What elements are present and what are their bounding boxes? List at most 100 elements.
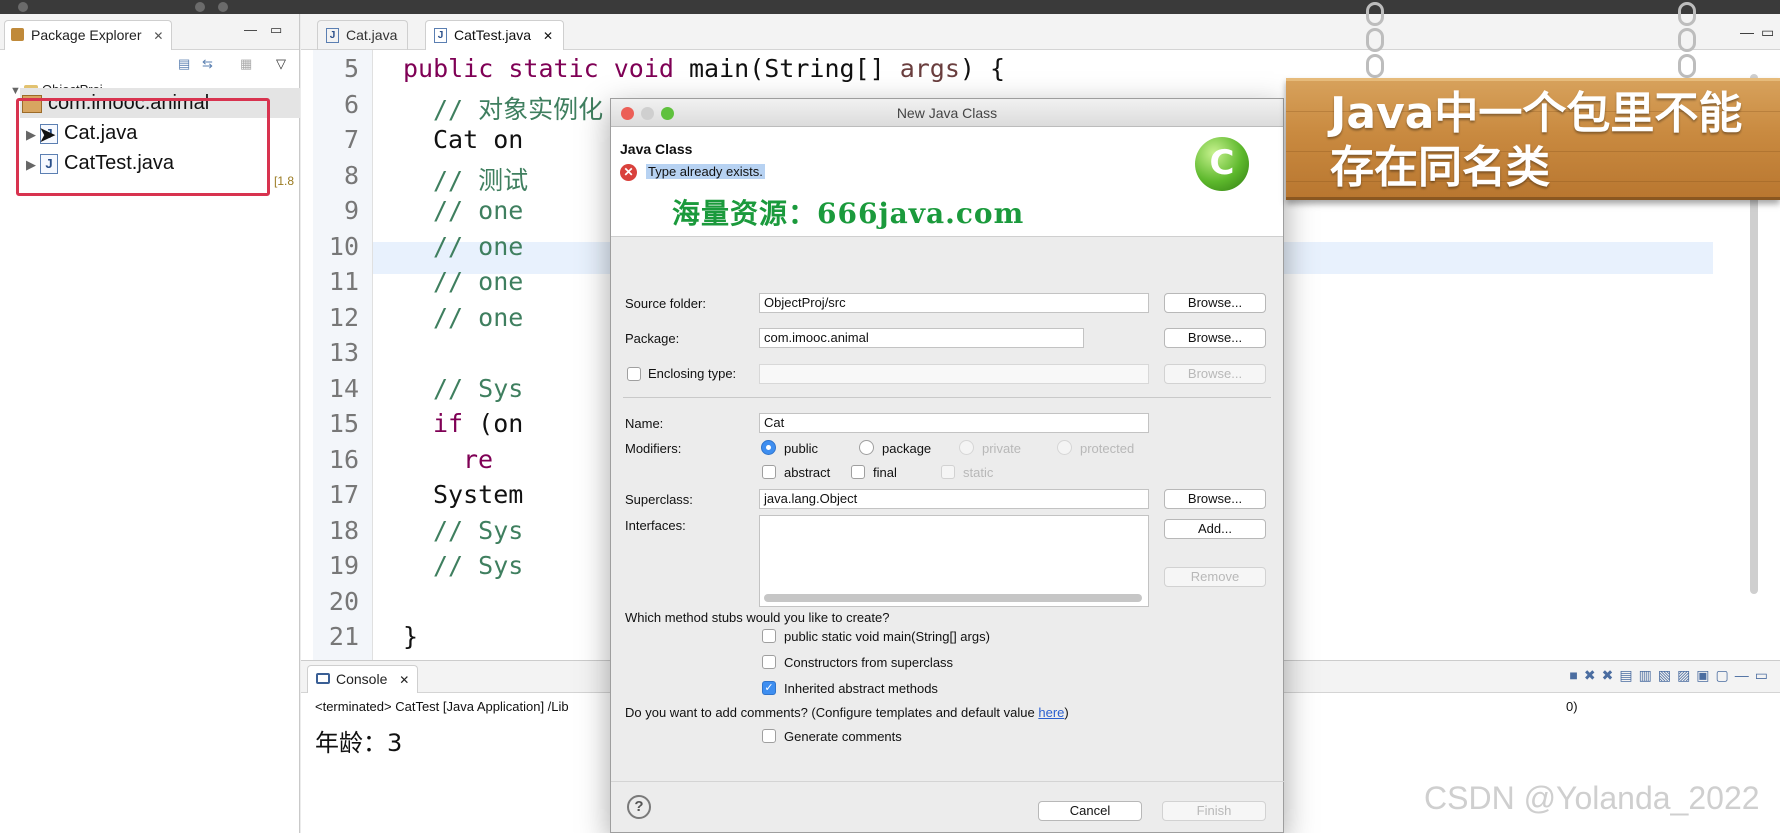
superclass-field[interactable]: java.lang.Object [759,489,1149,509]
close-window-icon[interactable] [621,107,634,120]
code-token: args [899,54,960,83]
collapse-all-icon[interactable]: ▤ [178,56,194,71]
source-folder-field[interactable]: ObjectProj/src [759,293,1149,313]
inherited-methods-checkbox[interactable]: ✓ [762,681,776,695]
maximize-icon[interactable]: ▭ [1761,24,1774,41]
separator [623,397,1271,398]
interfaces-list[interactable] [759,515,1149,607]
toolbar-icon [195,2,205,12]
minimize-icon[interactable]: — [244,22,257,37]
code-token: main(String[] [688,54,900,83]
toolbar-icon [218,2,228,12]
stub-option-label: Inherited abstract methods [784,681,938,696]
constructors-stub-checkbox[interactable] [762,655,776,669]
java-file-icon: J [434,28,447,43]
remove-launch-icon[interactable]: ✖ [1584,667,1602,683]
finish-button[interactable]: Finish [1162,801,1266,821]
close-icon[interactable]: ✕ [543,29,553,43]
code-token: // one [433,267,524,296]
tab-package-explorer-label: Package Explorer [31,27,142,43]
console-status-left: <terminated> CatTest [Java Application] … [315,699,569,714]
word-wrap-icon[interactable]: ▧ [1658,667,1677,683]
chain-decoration [1676,0,1698,80]
display-console-icon[interactable]: ▣ [1696,667,1715,683]
stub-option-label: Constructors from superclass [784,655,954,670]
line-number: 21 [328,622,359,651]
help-icon[interactable]: ? [627,795,651,819]
comments-question: Do you want to add comments? (Configure … [625,705,1069,720]
configure-templates-link[interactable]: here [1038,705,1064,720]
interfaces-label: Interfaces: [625,518,686,533]
enclosing-type-checkbox[interactable] [627,367,641,381]
tab-package-explorer[interactable]: Package Explorer ✕ [4,20,173,50]
enclosing-type-field[interactable] [759,364,1149,384]
line-number: 8 [343,160,359,190]
add-interface-button[interactable]: Add... [1164,519,1266,539]
source-folder-browse-button[interactable]: Browse... [1164,293,1266,313]
final-checkbox[interactable] [851,465,865,479]
modifier-label: package [882,441,932,456]
zoom-window-icon[interactable] [661,107,674,120]
cancel-button[interactable]: Cancel [1038,801,1142,821]
tab-cat-java[interactable]: J Cat.java [317,20,409,50]
open-console-icon[interactable]: ▢ [1716,667,1735,683]
close-icon[interactable]: ✕ [153,29,163,43]
line-number: 13 [328,338,359,367]
view-menu-icon[interactable]: ▽ [276,56,292,71]
minimize-icon[interactable]: — [1740,24,1754,40]
package-field[interactable]: com.imooc.animal [759,328,1084,348]
close-icon[interactable]: ✕ [399,673,409,687]
generate-comments-checkbox[interactable] [762,729,776,743]
link-editor-icon[interactable]: ⇆ [202,56,218,71]
code-token: // one [433,302,524,332]
scroll-lock-icon[interactable]: ▥ [1639,667,1658,683]
dialog-title: New Java Class [896,105,998,121]
header-title: Java Class [620,141,693,157]
package-explorer-tabbar: Package Explorer ✕ — ▭ [0,14,299,50]
maximize-icon[interactable]: ▭ [270,22,282,38]
code-token: ) { [959,54,1006,83]
modifier-public-radio[interactable] [761,440,776,455]
package-explorer-panel: Package Explorer ✕ — ▭ ▤ ⇆ ▦ ▽ ▼ObjectPr… [0,14,300,833]
sign-text: Java中一个包里不能 存在同名类 [1330,87,1770,195]
clear-console-icon[interactable]: ▤ [1619,667,1638,683]
minimize-icon[interactable]: — [1735,667,1755,683]
package-explorer-icon [11,28,24,41]
static-checkbox[interactable] [941,465,955,479]
superclass-browse-button[interactable]: Browse... [1164,489,1266,509]
modifier-label: abstract [784,465,831,480]
line-number: 10 [328,231,359,261]
enclosing-type-browse-button[interactable]: Browse... [1164,364,1266,384]
tab-cattest-java[interactable]: J CatTest.java ✕ [425,20,564,50]
package-browse-button[interactable]: Browse... [1164,328,1266,348]
code-token: // 对象实例化 [433,94,604,124]
modifier-protected-radio[interactable] [1057,440,1072,455]
maximize-icon[interactable]: ▭ [1755,667,1774,683]
line-number: 6 [343,89,359,119]
line-number: 15 [328,409,359,438]
java-class-logo-icon: C [1195,137,1249,191]
os-top-strip [0,0,1780,14]
name-label: Name: [625,416,664,431]
remove-interface-button[interactable]: Remove [1164,567,1266,587]
code-line: re [463,445,493,474]
modifier-private-radio[interactable] [959,440,974,455]
remove-all-icon[interactable]: ✖ [1602,667,1620,683]
code-line: System [433,480,523,509]
pin-console-icon[interactable]: ▨ [1677,667,1696,683]
code-token: } [403,622,419,651]
error-icon: ✕ [620,164,637,181]
terminate-icon[interactable]: ■ [1569,667,1583,683]
main-stub-checkbox[interactable] [762,629,776,643]
focus-icon[interactable]: ▦ [240,56,256,71]
name-field[interactable]: Cat [759,413,1149,433]
abstract-checkbox[interactable] [762,465,776,479]
modifier-package-radio[interactable] [859,440,874,455]
code-line: // Sys [433,551,523,580]
minimize-window-icon[interactable] [641,107,654,120]
horizontal-scrollbar[interactable] [764,594,1142,602]
dialog-titlebar: New Java Class [611,99,1283,127]
line-number: 7 [343,125,359,154]
java-file-icon: J [326,28,339,43]
tab-console[interactable]: Console ✕ [307,665,419,693]
